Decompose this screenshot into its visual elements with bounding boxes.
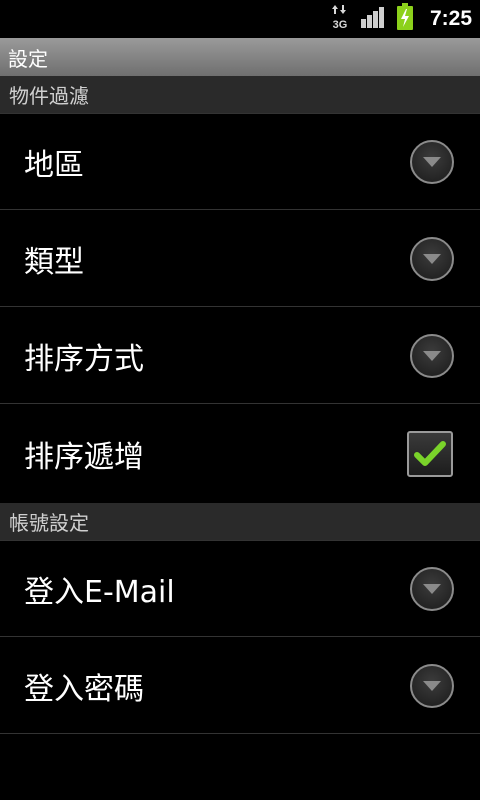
pref-row-sort-increment[interactable]: 排序遞增 bbox=[0, 405, 480, 503]
3g-label: 3G bbox=[333, 19, 348, 30]
chevron-down-icon bbox=[423, 253, 441, 264]
pref-row-login-email[interactable]: 登入E-Mail bbox=[0, 541, 480, 637]
chevron-down-icon bbox=[423, 583, 441, 594]
pref-label: 地區 bbox=[24, 147, 84, 183]
status-bar: 3G 7:25 bbox=[0, 0, 480, 38]
pref-row-login-password[interactable]: 登入密碼 bbox=[0, 638, 480, 734]
title-bar: 設定 bbox=[0, 38, 480, 76]
category-header-account-settings: 帳號設定 bbox=[0, 503, 480, 541]
signal-strength-icon bbox=[360, 5, 386, 33]
pref-label: 排序方式 bbox=[24, 341, 144, 377]
status-icons: 3G 7:25 bbox=[330, 0, 472, 38]
pref-row-type[interactable]: 類型 bbox=[0, 211, 480, 307]
pref-label: 登入密碼 bbox=[24, 671, 144, 707]
3g-data-icon: 3G bbox=[330, 4, 350, 34]
dropdown-button[interactable] bbox=[410, 139, 454, 184]
pref-label: 登入E-Mail bbox=[24, 574, 175, 610]
dropdown-button[interactable] bbox=[410, 566, 454, 611]
check-mark-icon bbox=[414, 441, 446, 466]
pref-label: 類型 bbox=[24, 244, 84, 280]
battery-charging-icon bbox=[396, 3, 414, 35]
category-title: 物件過濾 bbox=[9, 84, 89, 108]
chevron-down-icon bbox=[423, 680, 441, 691]
pref-row-region[interactable]: 地區 bbox=[0, 114, 480, 210]
page-title: 設定 bbox=[8, 46, 48, 71]
status-time: 7:25 bbox=[429, 7, 472, 30]
category-header-object-filter: 物件過濾 bbox=[0, 76, 480, 114]
chevron-down-icon bbox=[423, 350, 441, 361]
dropdown-button[interactable] bbox=[410, 236, 454, 281]
chevron-down-icon bbox=[423, 156, 441, 167]
pref-label: 排序遞增 bbox=[24, 440, 144, 475]
category-title: 帳號設定 bbox=[9, 511, 89, 535]
dropdown-button[interactable] bbox=[410, 333, 454, 378]
dropdown-button[interactable] bbox=[410, 663, 454, 708]
pref-row-sort-method[interactable]: 排序方式 bbox=[0, 308, 480, 404]
checkbox-sort-increment[interactable] bbox=[407, 431, 453, 477]
